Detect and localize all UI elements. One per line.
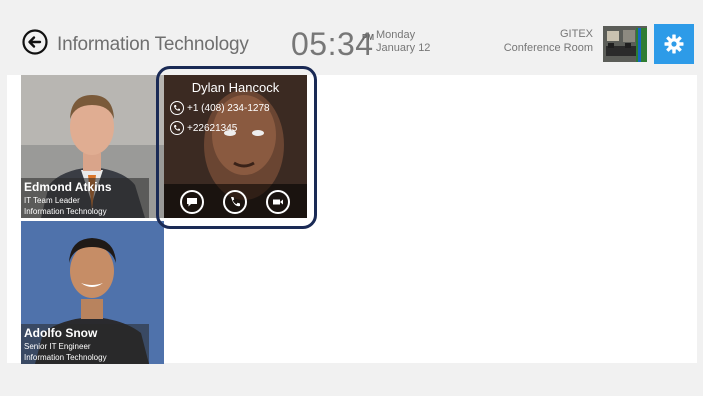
page-title: Information Technology (57, 34, 249, 55)
phone-row-2[interactable]: +22621345 (170, 121, 237, 135)
video-icon (273, 199, 283, 205)
call-button[interactable] (223, 190, 247, 214)
clock-time: 05:34 (291, 26, 374, 62)
contact-card-dylan-hancock[interactable]: Dylan Hancock +1 (408) 234-1278 +2262134… (164, 75, 307, 218)
contact-name: Edmond Atkins (24, 180, 112, 194)
back-arrow-icon (22, 29, 48, 55)
gear-icon (664, 34, 684, 54)
phone-number: +22621345 (187, 122, 238, 134)
contact-card-adolfo-snow[interactable]: Adolfo Snow Senior IT Engineer Informati… (21, 221, 164, 364)
chat-button[interactable] (180, 190, 204, 214)
clock-ampm: PM (362, 33, 374, 42)
contact-action-bar (164, 184, 307, 218)
phone-icon (231, 197, 240, 207)
contact-card-edmond-atkins[interactable]: Edmond Atkins IT Team Leader Information… (21, 75, 164, 218)
contact-role: IT Team Leader (24, 196, 80, 205)
room-type: Conference Room (503, 42, 593, 54)
contact-role: Senior IT Engineer (24, 342, 91, 351)
phone-row-1[interactable]: +1 (408) 234-1278 (170, 101, 270, 115)
contact-name: Adolfo Snow (24, 326, 98, 340)
phone-icon (170, 121, 184, 135)
focused-contact-name: Dylan Hancock (191, 80, 280, 95)
date-day: Monday (376, 29, 416, 41)
room-thumbnail (603, 26, 647, 62)
phone-icon (170, 101, 184, 115)
video-call-button[interactable] (266, 190, 290, 214)
date-date: January 12 (376, 42, 431, 54)
header-bar: Information Technology 05:34 PM Monday J… (0, 12, 703, 76)
back-button[interactable] (22, 29, 48, 55)
chat-icon (187, 198, 197, 207)
settings-button[interactable] (654, 24, 694, 64)
contact-dept: Information Technology (24, 207, 107, 216)
contact-dept: Information Technology (24, 353, 107, 362)
top-caption-text (0, 0, 703, 7)
phone-number: +1 (408) 234-1278 (187, 102, 270, 114)
room-name: GITEX (559, 28, 593, 40)
room-photo-icon (603, 26, 647, 62)
